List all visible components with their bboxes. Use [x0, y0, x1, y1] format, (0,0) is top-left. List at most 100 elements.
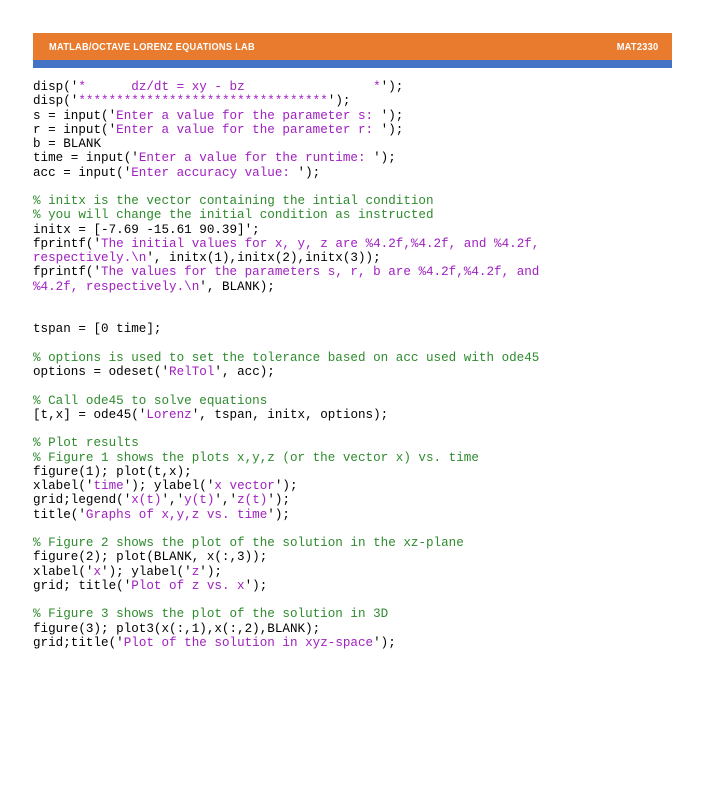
- header-accent-bar: [33, 60, 672, 68]
- code-listing: disp('* dz/dt = xy - bz *'); disp('******…: [33, 80, 695, 650]
- code-token-code: xlabel(': [33, 564, 94, 579]
- code-token-code: xlabel(': [33, 479, 94, 493]
- code-token-code: ');: [380, 108, 404, 123]
- code-token-string: RelTol: [169, 365, 215, 379]
- code-line: % Plot results: [33, 436, 695, 450]
- code-token-code: time = input(': [33, 151, 139, 166]
- code-line: % initx is the vector containing the int…: [33, 194, 695, 208]
- code-token-string: x(t): [131, 493, 162, 508]
- code-token-string: Plot of the solution in xyz-space: [123, 635, 374, 650]
- code-token-code: ', BLANK);: [199, 279, 275, 294]
- code-token-comment: % initx is the vector containing the int…: [33, 194, 434, 208]
- course-code-label: MAT2330: [616, 40, 658, 53]
- code-token-comment: % you will change the initial condition …: [33, 208, 434, 223]
- code-token-code: initx = [-7.69 -15.61 90.39]';: [33, 222, 260, 237]
- code-token-string: *********************************: [78, 94, 328, 109]
- page-title: MATLAB/OCTAVE LORENZ EQUATIONS LAB: [49, 40, 255, 53]
- code-line: grid; title('Plot of z vs. x');: [33, 579, 695, 593]
- code-line: % Figure 1 shows the plots x,y,z (or the…: [33, 451, 695, 465]
- code-token-code: ');: [244, 578, 268, 593]
- header-banner: MATLAB/OCTAVE LORENZ EQUATIONS LAB MAT23…: [33, 33, 672, 60]
- code-token-code: ');: [373, 151, 396, 166]
- code-token-string: %4.2f, respectively.\n: [33, 279, 200, 294]
- code-line: % Figure 2 shows the plot of the solutio…: [33, 536, 695, 550]
- code-token-code: grid;legend(': [33, 493, 132, 508]
- code-token-code: ', tspan, initx, options);: [191, 407, 389, 422]
- code-token-comment: % Figure 1 shows the plots x,y,z (or the…: [33, 450, 479, 465]
- code-line: % you will change the initial condition …: [33, 208, 695, 222]
- code-line: disp('* dz/dt = xy - bz *');: [33, 80, 695, 94]
- code-token-string: Enter a value for the parameter s:: [116, 108, 381, 123]
- code-line: grid;legend('x(t)','y(t)','z(t)');: [33, 493, 695, 507]
- code-token-code: s = input(': [33, 108, 117, 123]
- code-token-code: title(': [33, 507, 86, 522]
- code-token-code: ');: [380, 122, 404, 137]
- code-token-code: ');: [267, 507, 290, 522]
- code-line: acc = input('Enter accuracy value: ');: [33, 166, 695, 180]
- code-token-code: figure(2); plot(BLANK, x(:,3));: [33, 550, 268, 565]
- code-line: s = input('Enter a value for the paramet…: [33, 109, 695, 123]
- code-token-code: ',': [214, 493, 238, 508]
- code-token-string: The initial values for x, y, z are %4.2f…: [101, 236, 540, 251]
- code-token-string: time: [93, 479, 124, 493]
- code-line: grid;title('Plot of the solution in xyz-…: [33, 636, 695, 650]
- code-token-string: x: [93, 564, 102, 579]
- code-token-code: ');: [199, 564, 222, 579]
- code-line: % Call ode45 to solve equations: [33, 394, 695, 408]
- code-token-comment: % Figure 3 shows the plot of the solutio…: [33, 607, 389, 622]
- code-line: b = BLANK: [33, 137, 695, 151]
- code-line: tspan = [0 time];: [33, 322, 695, 336]
- code-token-code: ', initx(1),initx(2),initx(3));: [146, 251, 381, 265]
- code-token-comment: % Plot results: [33, 436, 139, 451]
- code-line: figure(1); plot(t,x);: [33, 465, 695, 479]
- code-token-string: Enter a value for the runtime:: [138, 151, 374, 166]
- code-line: xlabel('x'); ylabel('z');: [33, 565, 695, 579]
- code-token-code: '); ylabel(': [101, 564, 192, 579]
- code-token-string: z(t): [237, 493, 268, 508]
- code-line: figure(3); plot3(x(:,1),x(:,2),BLANK);: [33, 622, 695, 636]
- code-token-string: * dz/dt = xy - bz *: [78, 80, 381, 94]
- code-token-code: fprintf(': [33, 265, 102, 280]
- code-token-code: ', acc);: [214, 365, 275, 379]
- code-line: % options is used to set the tolerance b…: [33, 351, 695, 365]
- code-token-code: figure(3); plot3(x(:,1),x(:,2),BLANK);: [33, 621, 321, 636]
- code-token-code: disp(': [33, 80, 79, 94]
- code-token-string: x vector: [214, 479, 275, 493]
- code-token-code: grid;title(': [33, 635, 124, 650]
- code-token-code: ');: [297, 165, 321, 180]
- code-token-code: ',': [161, 493, 185, 508]
- code-token-string: Lorenz: [146, 407, 192, 422]
- code-line: fprintf('The initial values for x, y, z …: [33, 237, 695, 251]
- code-token-code: options = odeset(': [33, 365, 170, 379]
- code-token-comment: % Call ode45 to solve equations: [33, 393, 268, 408]
- code-line: figure(2); plot(BLANK, x(:,3));: [33, 550, 695, 564]
- code-token-code: acc = input(': [33, 165, 132, 180]
- code-token-code: tspan = [0 time];: [33, 322, 162, 337]
- code-token-code: '); ylabel(': [123, 479, 215, 493]
- code-line: respectively.\n', initx(1),initx(2),init…: [33, 251, 695, 265]
- code-token-comment: % Figure 2 shows the plot of the solutio…: [33, 536, 464, 550]
- code-line: options = odeset('RelTol', acc);: [33, 365, 695, 379]
- code-token-code: ');: [380, 80, 404, 94]
- code-line: %4.2f, respectively.\n', BLANK);: [33, 280, 695, 294]
- code-line: % Figure 3 shows the plot of the solutio…: [33, 607, 695, 621]
- code-line: fprintf('The values for the parameters s…: [33, 265, 695, 279]
- code-line: initx = [-7.69 -15.61 90.39]';: [33, 223, 695, 237]
- code-token-comment: % options is used to set the tolerance b…: [33, 350, 540, 365]
- header-banner-inner: MATLAB/OCTAVE LORENZ EQUATIONS LAB MAT23…: [33, 33, 672, 60]
- code-token-code: grid; title(': [33, 578, 132, 593]
- code-token-code: ');: [267, 493, 291, 508]
- code-token-string: Enter accuracy value:: [131, 165, 298, 180]
- code-token-code: ');: [373, 635, 396, 650]
- code-token-code: b = BLANK: [33, 137, 102, 151]
- code-line: xlabel('time'); ylabel('x vector');: [33, 479, 695, 493]
- code-token-string: y(t): [184, 493, 215, 508]
- code-token-string: respectively.\n: [33, 251, 147, 265]
- code-token-string: Graphs of x,y,z vs. time: [85, 507, 268, 522]
